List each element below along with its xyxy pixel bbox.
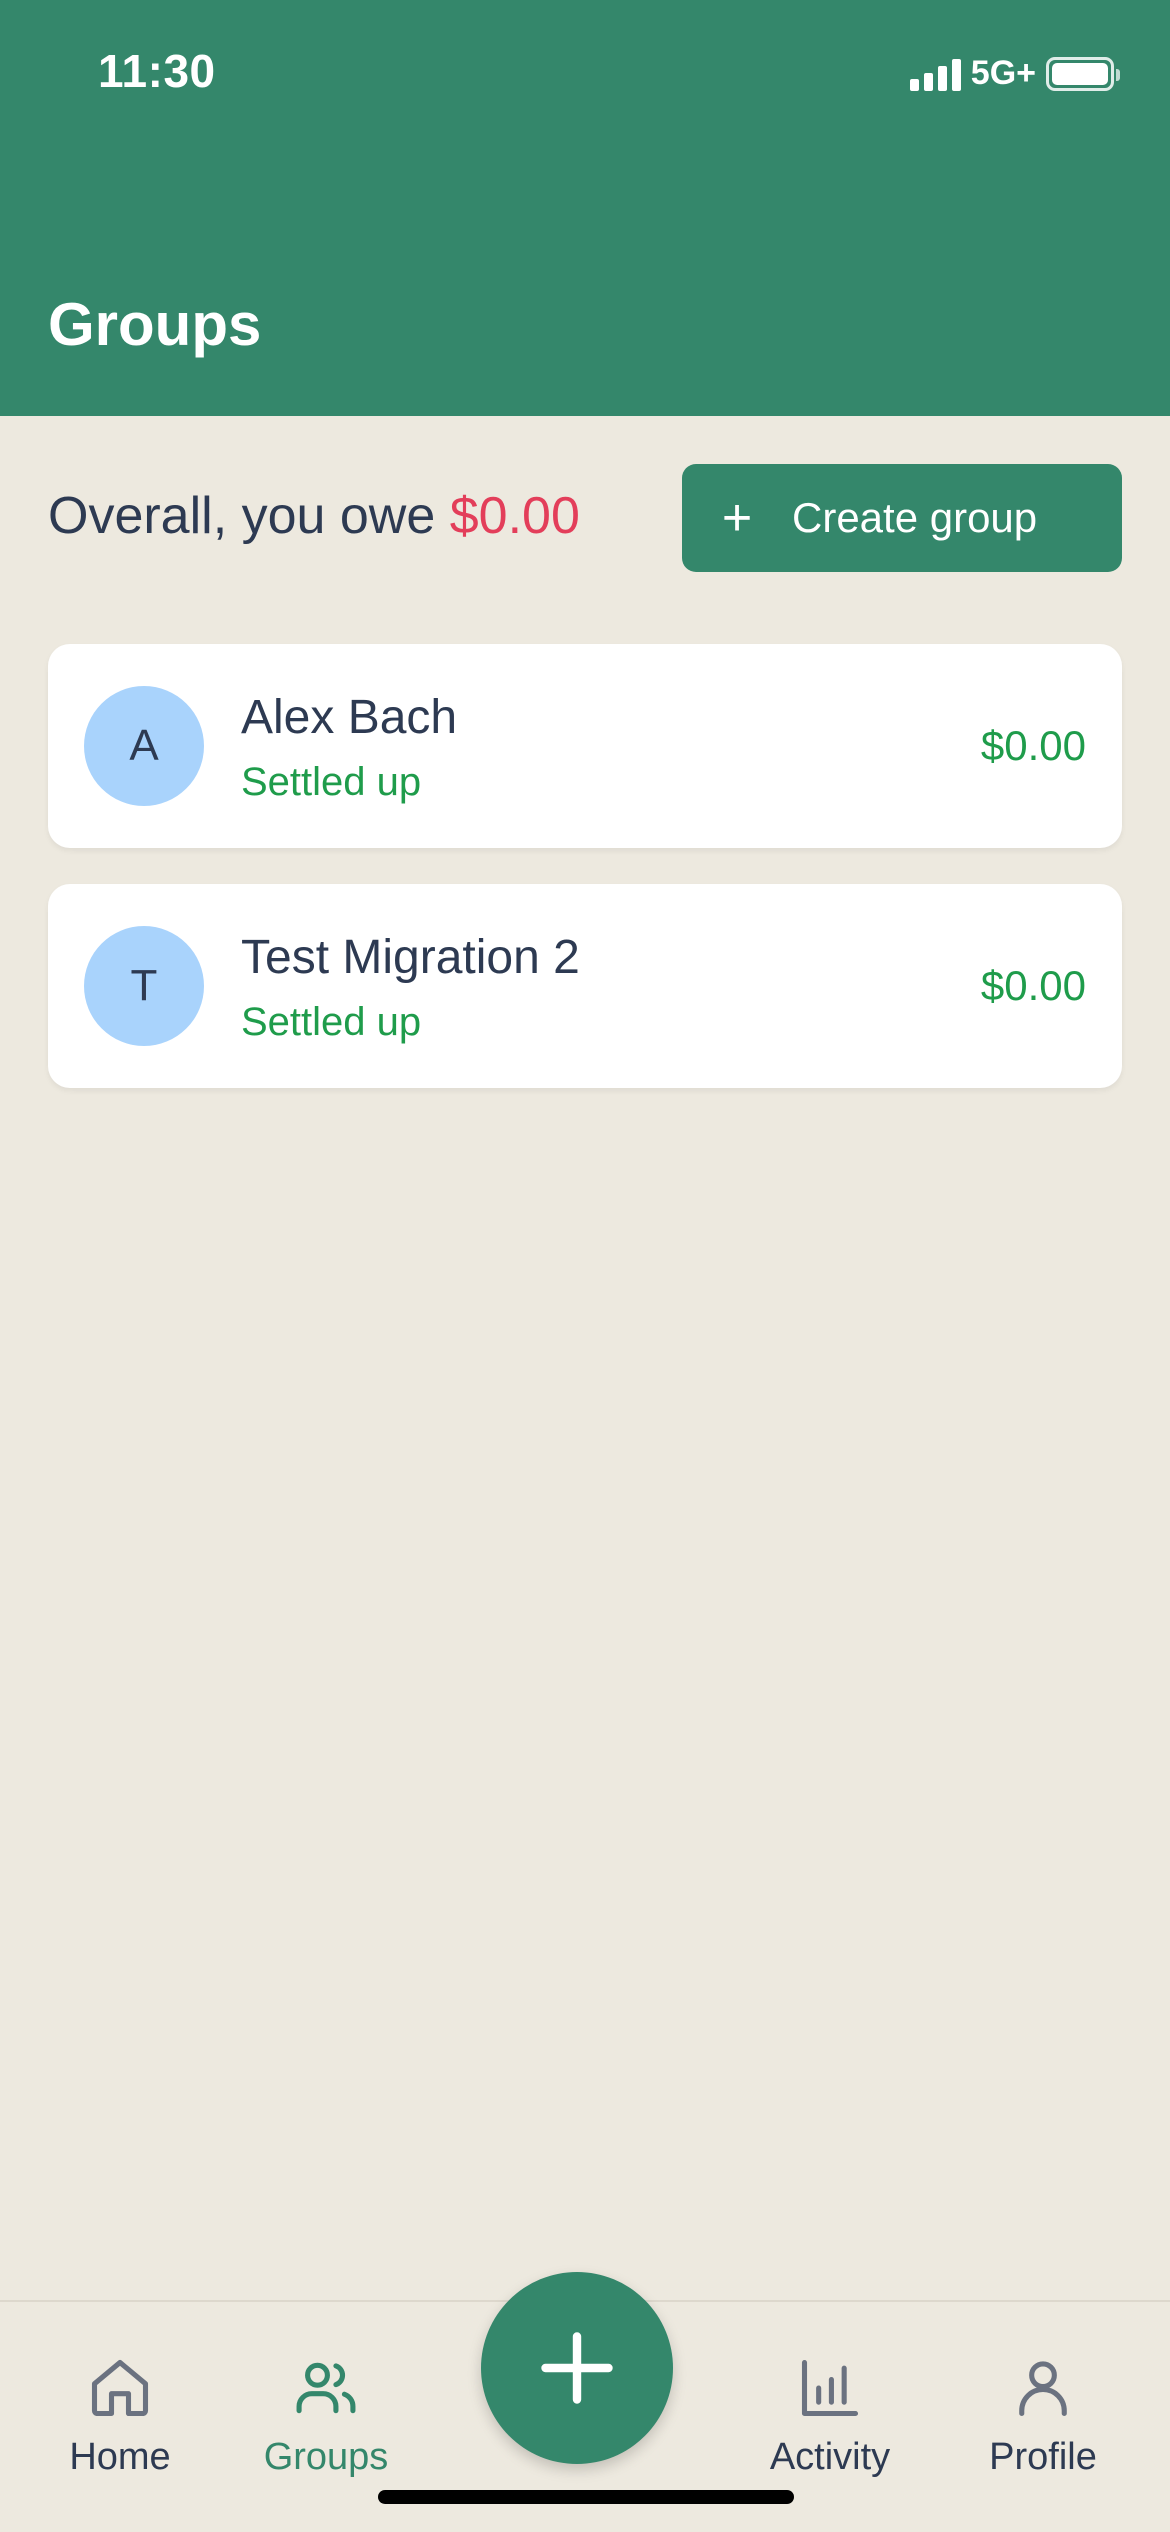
create-group-label: Create group xyxy=(792,494,1038,541)
group-card[interactable]: T Test Migration 2 Settled up $0.00 xyxy=(48,884,1122,1088)
network-type: 5G+ xyxy=(970,54,1036,92)
plus-icon xyxy=(541,2332,613,2404)
balance-amount: $0.00 xyxy=(449,487,580,545)
nav-activity-label: Activity xyxy=(769,2436,891,2478)
page-title: Groups xyxy=(48,291,262,358)
nav-home[interactable]: Home xyxy=(30,2354,210,2479)
nav-profile-label: Profile xyxy=(989,2436,1097,2478)
nav-groups-label: Groups xyxy=(263,2436,389,2478)
nav-activity[interactable]: Activity xyxy=(740,2354,920,2479)
create-group-button[interactable]: + Create group xyxy=(682,464,1122,572)
group-status: Settled up xyxy=(241,1000,422,1044)
app-header: 11:30 5G+ Groups xyxy=(0,0,1170,416)
plus-icon: + xyxy=(721,489,753,547)
avatar: A xyxy=(84,686,204,806)
nav-profile[interactable]: Profile xyxy=(953,2354,1133,2479)
balance-summary-label: Overall, you owe xyxy=(48,487,450,545)
group-balance: $0.00 xyxy=(980,962,1086,1009)
status-indicators: 5G+ xyxy=(909,54,1120,93)
add-expense-button[interactable] xyxy=(481,2272,673,2464)
signal-icon xyxy=(909,57,961,91)
nav-groups[interactable]: Groups xyxy=(236,2354,416,2479)
avatar: T xyxy=(84,926,204,1046)
groups-screen: 11:30 5G+ Groups Overall, you owe $0.00 … xyxy=(0,0,1170,2532)
bar-chart-icon xyxy=(801,2359,859,2417)
balance-summary: Overall, you owe $0.00 xyxy=(48,486,580,546)
user-icon xyxy=(1019,2361,1067,2417)
home-icon xyxy=(91,2359,149,2417)
group-balance: $0.00 xyxy=(980,722,1086,769)
status-time: 11:30 xyxy=(98,45,216,97)
group-name: Alex Bach xyxy=(241,691,458,744)
group-card[interactable]: A Alex Bach Settled up $0.00 xyxy=(48,644,1122,848)
users-icon xyxy=(296,2362,356,2414)
group-status: Settled up xyxy=(241,760,422,804)
battery-icon xyxy=(1046,56,1120,91)
home-indicator xyxy=(378,2490,794,2504)
nav-home-label: Home xyxy=(69,2436,171,2478)
group-name: Test Migration 2 xyxy=(241,931,580,984)
